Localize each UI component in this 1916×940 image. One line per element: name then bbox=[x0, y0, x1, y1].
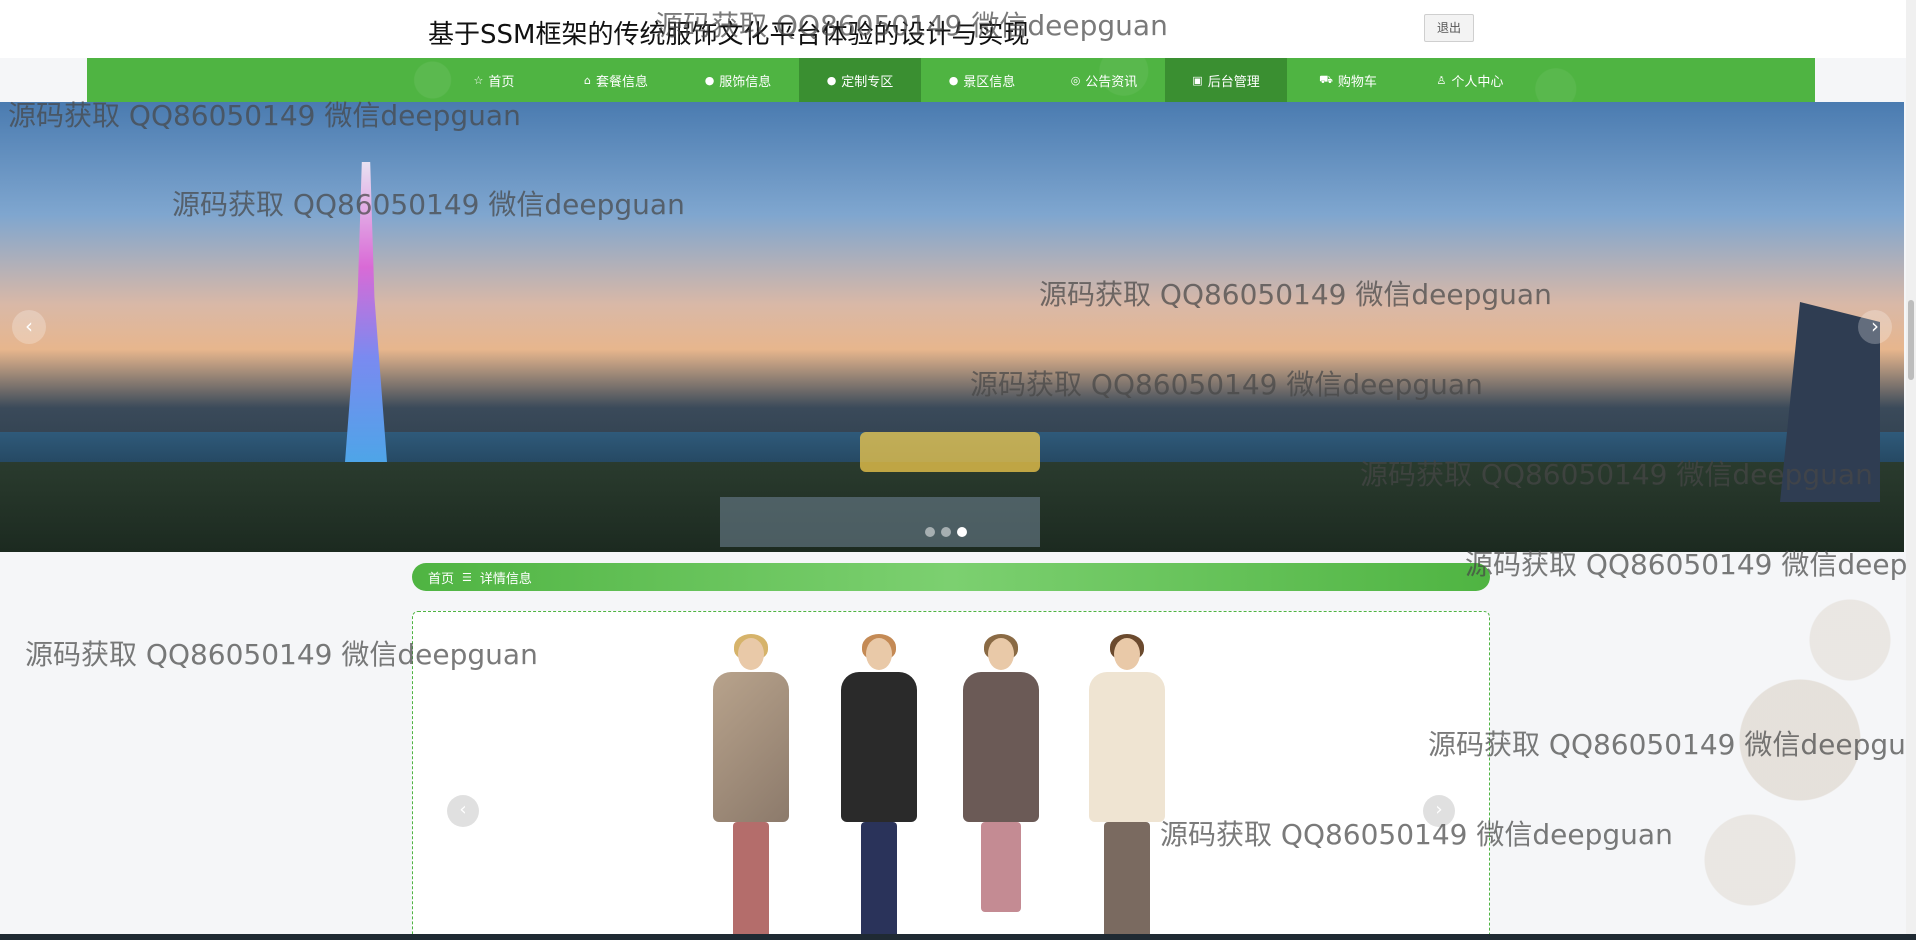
main-nav: ☆ 首页 ⌂ 套餐信息 ● 服饰信息 ● 定制专区 ● 景区信息 ◎ 公告资讯 … bbox=[87, 58, 1815, 102]
banner-carousel: ‹ › bbox=[0, 102, 1904, 552]
breadcrumb-current: 详情信息 bbox=[479, 571, 532, 587]
figure-head bbox=[866, 638, 892, 670]
detail-prev-button[interactable]: ‹ bbox=[447, 795, 479, 827]
info-circle-icon: ● bbox=[704, 73, 715, 87]
nav-item-label: 个人中心 bbox=[1451, 74, 1504, 90]
figure-head bbox=[738, 638, 764, 670]
nav-item-label: 景区信息 bbox=[963, 74, 1016, 90]
scrollbar-thumb[interactable] bbox=[1908, 300, 1914, 380]
nav-item-label: 首页 bbox=[488, 74, 515, 90]
figure-coat bbox=[963, 672, 1039, 822]
figure-coat bbox=[841, 672, 917, 822]
figure-legs bbox=[981, 822, 1021, 912]
breadcrumb-home[interactable]: 首页 bbox=[428, 568, 454, 587]
nav-item-label: 服饰信息 bbox=[719, 74, 772, 90]
globe-icon: ◎ bbox=[1070, 73, 1081, 87]
figure-head bbox=[1114, 638, 1140, 670]
banner-next-button[interactable]: › bbox=[1858, 310, 1892, 344]
nav-item-custom[interactable]: ● 定制专区 bbox=[799, 58, 921, 102]
nav-item-clothing[interactable]: ● 服饰信息 bbox=[677, 58, 799, 102]
floral-decoration bbox=[1690, 560, 1904, 940]
figure-legs bbox=[1104, 822, 1150, 939]
help-circle-icon: ● bbox=[826, 73, 837, 87]
building-icon: ▣ bbox=[1192, 73, 1203, 87]
nav-item-label: 后台管理 bbox=[1207, 74, 1260, 90]
top-header: 基于SSM框架的传统服饰文化平台体验的设计与实现 退出 bbox=[0, 0, 1916, 58]
fashion-figure bbox=[955, 634, 1045, 939]
breadcrumb: 首页 ☰ 详情信息 bbox=[412, 563, 1490, 591]
figure-head bbox=[988, 638, 1014, 670]
nav-item-label: 套餐信息 bbox=[595, 74, 648, 90]
taskbar-strip bbox=[0, 934, 1916, 940]
cart-icon: ⛟ bbox=[1319, 72, 1333, 86]
nav-item-label: 公告资讯 bbox=[1085, 74, 1138, 90]
banner-plaza bbox=[720, 497, 1040, 547]
banner-dot[interactable] bbox=[941, 527, 951, 537]
detail-card: ‹ › bbox=[412, 611, 1490, 940]
logout-button[interactable]: 退出 bbox=[1424, 14, 1474, 42]
nav-item-admin[interactable]: ▣ 后台管理 bbox=[1165, 58, 1287, 102]
nav-item-label: 购物车 bbox=[1337, 74, 1377, 90]
figure-coat bbox=[713, 672, 789, 822]
info-circle-icon: ● bbox=[948, 73, 959, 87]
site-title: 基于SSM框架的传统服饰文化平台体验的设计与实现 bbox=[428, 20, 1030, 50]
nav-list: ☆ 首页 ⌂ 套餐信息 ● 服饰信息 ● 定制专区 ● 景区信息 ◎ 公告资讯 … bbox=[433, 58, 1531, 102]
star-icon: ☆ bbox=[473, 73, 484, 87]
menu-icon: ☰ bbox=[462, 570, 472, 584]
detail-next-button[interactable]: › bbox=[1423, 795, 1455, 827]
nav-item-profile[interactable]: ♙ 个人中心 bbox=[1409, 58, 1531, 102]
fashion-figure bbox=[833, 634, 923, 939]
nav-item-cart[interactable]: ⛟ 购物车 bbox=[1287, 58, 1409, 102]
figure-legs bbox=[733, 822, 769, 939]
banner-stadium bbox=[860, 432, 1040, 472]
nav-item-scenic[interactable]: ● 景区信息 bbox=[921, 58, 1043, 102]
nav-item-label: 定制专区 bbox=[841, 74, 894, 90]
banner-prev-button[interactable]: ‹ bbox=[12, 310, 46, 344]
nav-item-news[interactable]: ◎ 公告资讯 bbox=[1043, 58, 1165, 102]
lock-icon: ⌂ bbox=[584, 73, 591, 87]
fashion-figure bbox=[1081, 634, 1171, 939]
banner-dot-active[interactable] bbox=[957, 527, 967, 537]
banner-dot[interactable] bbox=[925, 527, 935, 537]
figure-legs bbox=[861, 822, 897, 939]
page-scrollbar[interactable] bbox=[1906, 0, 1916, 940]
banner-tower bbox=[345, 162, 387, 462]
banner-indicators bbox=[925, 527, 967, 537]
nav-item-home[interactable]: ☆ 首页 bbox=[433, 58, 555, 102]
fashion-figure bbox=[705, 634, 795, 939]
nav-item-packages[interactable]: ⌂ 套餐信息 bbox=[555, 58, 677, 102]
figure-coat bbox=[1089, 672, 1165, 822]
user-icon: ♙ bbox=[1436, 73, 1447, 87]
